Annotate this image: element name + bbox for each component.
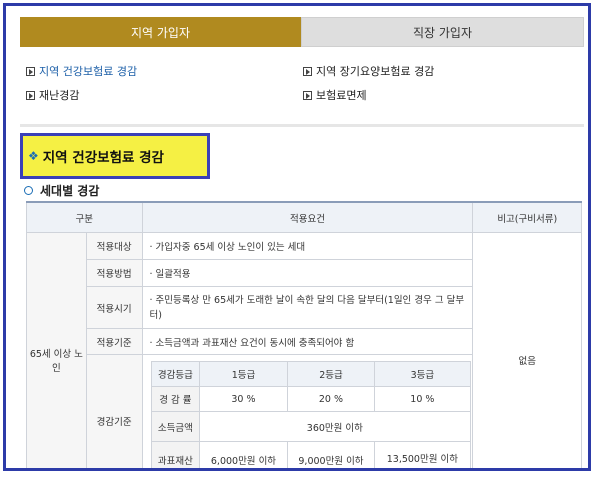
link-label: 재난경감 — [39, 89, 80, 102]
row-label: 적용대상 — [85, 232, 143, 260]
grade-rate-row: 경 감 률 30 % 20 % 10 % — [150, 386, 471, 412]
page-frame: 지역 가입자 직장 가입자 지역 건강보험료 경감 지역 장기요양보험료 경감 … — [3, 3, 591, 471]
rate-value: 30 % — [199, 386, 288, 412]
row-text: · 일괄적용 — [141, 259, 474, 287]
grade-header: 1등급 — [199, 361, 288, 387]
link-regional-health-reduction[interactable]: 지역 건강보험료 경감 — [26, 63, 137, 79]
property-label: 과표재산 — [150, 441, 201, 468]
property-value: 13,500만원 이하 — [374, 441, 471, 468]
grade-header: 3등급 — [374, 361, 471, 387]
section-title: 지역 건강보험료 경감 — [42, 150, 164, 166]
inner-table-cell: 경감등급 1등급 2등급 3등급 경 감 률 30 % 20 % 10 % 소득… — [141, 354, 474, 468]
arrow-box-icon — [303, 66, 312, 76]
tab-bar: 지역 가입자 직장 가입자 — [20, 17, 584, 47]
row-text: · 소득금액과 과표재산 요건이 동시에 충족되어야 함 — [141, 328, 474, 355]
row-label: 적용시기 — [85, 286, 143, 329]
table-header-row: 구분 적용요건 비고(구비서류) — [26, 201, 582, 233]
subsection-heading: 세대별 경감 — [24, 182, 99, 199]
tab-regional[interactable]: 지역 가입자 — [20, 17, 301, 47]
header-category: 구분 — [26, 201, 143, 233]
grade-header: 2등급 — [286, 361, 376, 387]
grade-table: 경감등급 1등급 2등급 3등급 경 감 률 30 % 20 % 10 % 소득… — [150, 361, 471, 468]
property-value: 6,000만원 이하 — [199, 441, 288, 468]
reduction-table: 구분 적용요건 비고(구비서류) 65세 이상 노인 적용대상 · 가입자중 6… — [26, 201, 582, 468]
link-disaster-reduction[interactable]: 재난경감 — [26, 87, 79, 103]
group-label: 65세 이상 노인 — [26, 232, 87, 468]
arrow-box-icon — [303, 90, 312, 100]
circle-bullet-icon — [24, 186, 33, 195]
income-value: 360만원 이하 — [199, 411, 471, 442]
subsection-title: 세대별 경감 — [40, 184, 100, 198]
row-text: · 가입자중 65세 이상 노인이 있는 세대 — [141, 232, 474, 260]
property-value: 9,000만원 이하 — [286, 441, 376, 468]
grade-header: 경감등급 — [150, 361, 201, 387]
rate-value: 10 % — [374, 386, 471, 412]
rate-label: 경 감 률 — [150, 386, 201, 412]
income-label: 소득금액 — [150, 411, 201, 442]
property-row: 과표재산 6,000만원 이하 9,000만원 이하 13,500만원 이하 — [150, 441, 471, 468]
arrow-box-icon — [26, 90, 35, 100]
diamond-bullet-icon: ❖ — [28, 149, 39, 163]
link-label: 보험료면제 — [316, 89, 367, 102]
table-row: 65세 이상 노인 적용대상 · 가입자중 65세 이상 노인이 있는 세대 없… — [26, 232, 582, 468]
remarks-value: 없음 — [472, 232, 582, 468]
section-title-box: ❖ 지역 건강보험료 경감 — [20, 133, 210, 179]
row-text: · 주민등록상 만 65세가 도래한 날이 속한 달의 다음 달부터(1일인 경… — [141, 286, 474, 329]
link-premium-exemption[interactable]: 보험료면제 — [303, 87, 367, 103]
income-row: 소득금액 360만원 이하 — [150, 411, 471, 442]
grade-header-row: 경감등급 1등급 2등급 3등급 — [150, 361, 471, 387]
link-regional-ltc-reduction[interactable]: 지역 장기요양보험료 경감 — [303, 63, 434, 79]
rate-value: 20 % — [286, 386, 376, 412]
arrow-box-icon — [26, 66, 35, 76]
divider — [20, 124, 584, 127]
row-label: 적용기준 — [85, 328, 143, 355]
row-label: 경감기준 — [85, 354, 143, 468]
header-requirements: 적용요건 — [141, 201, 474, 233]
row-label: 적용방법 — [85, 259, 143, 287]
header-remarks: 비고(구비서류) — [472, 201, 582, 233]
link-label: 지역 장기요양보험료 경감 — [316, 65, 435, 78]
link-label: 지역 건강보험료 경감 — [39, 65, 138, 78]
tab-workplace[interactable]: 직장 가입자 — [301, 17, 584, 47]
